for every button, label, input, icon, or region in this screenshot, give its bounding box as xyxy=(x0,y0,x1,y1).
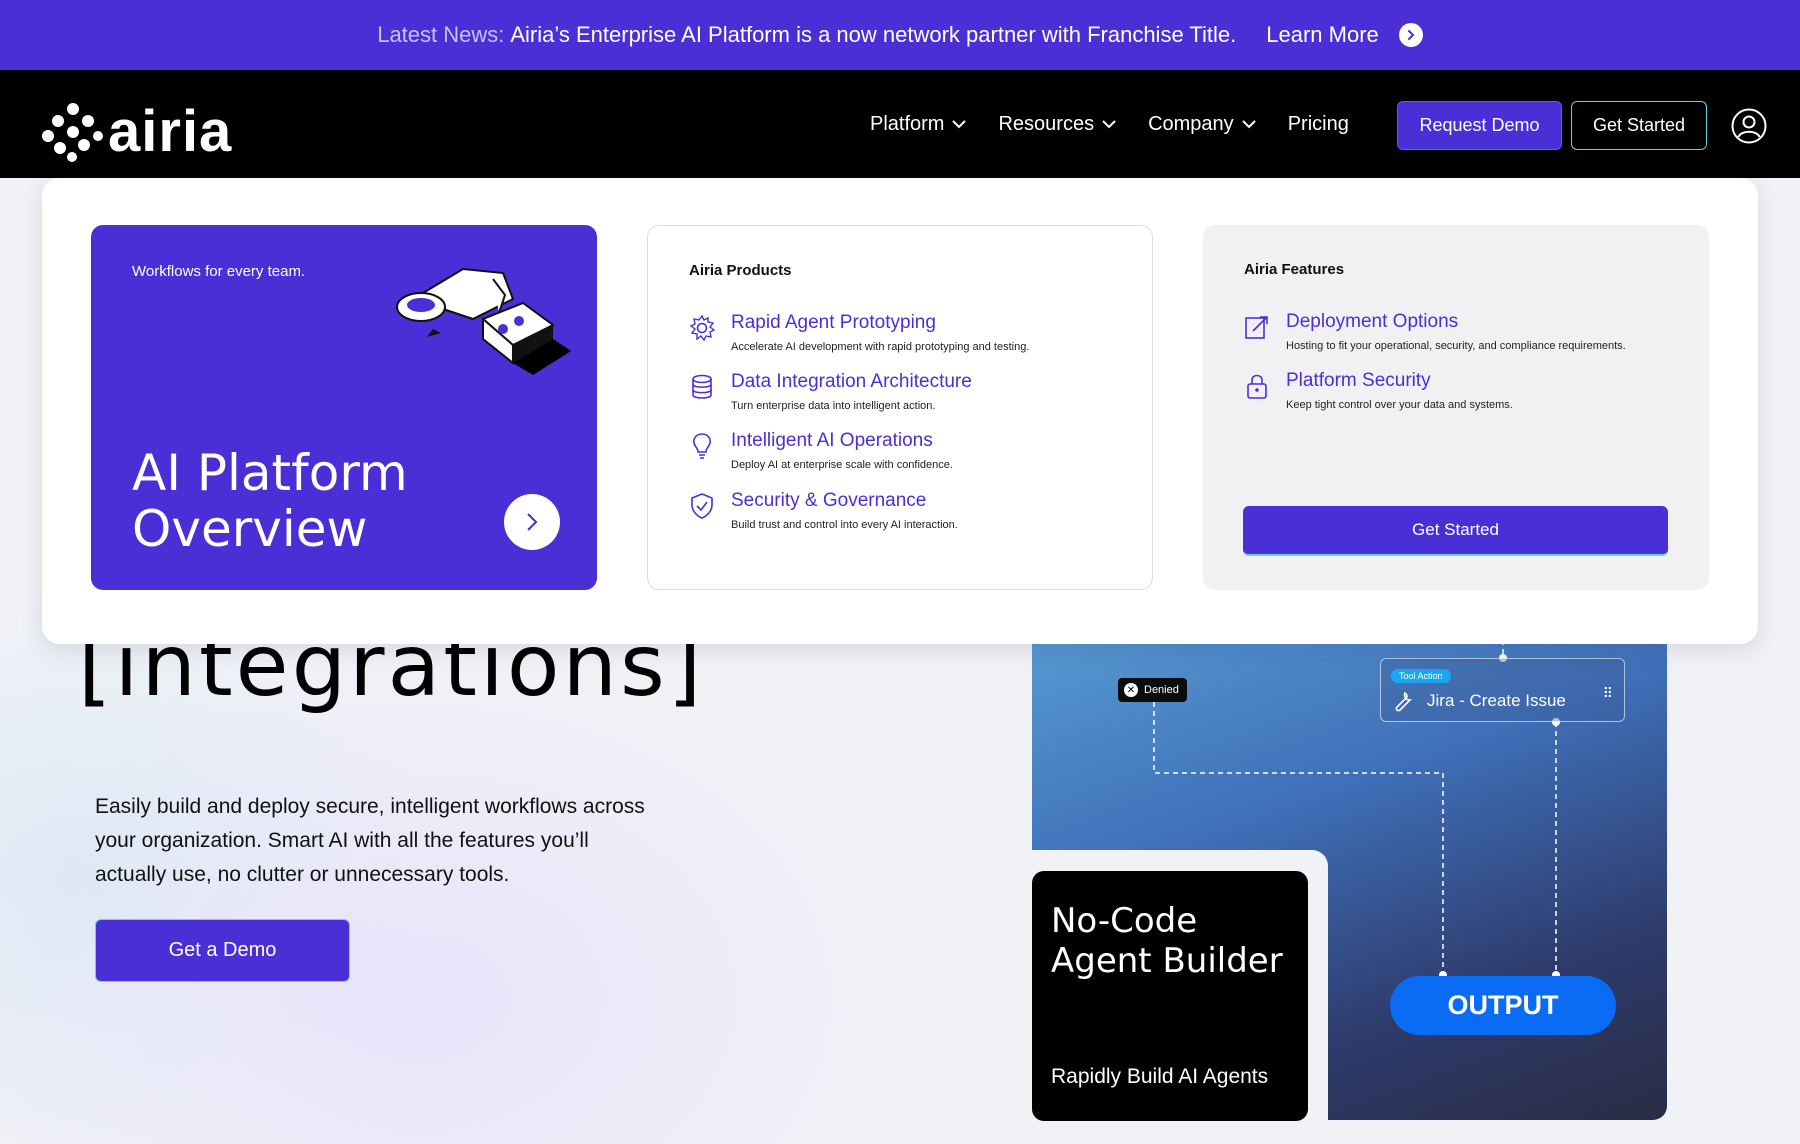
lock-icon xyxy=(1247,374,1267,399)
tool-action-label: Jira - Create Issue xyxy=(1427,691,1566,710)
nav-label: Company xyxy=(1148,112,1234,135)
platform-overview-card[interactable]: Workflows for every team. AI Platform Ov… xyxy=(91,225,597,590)
user-account-icon[interactable] xyxy=(1731,108,1767,144)
feature-description: Hosting to fit your operational, securit… xyxy=(1286,340,1626,352)
feature-title: Deployment Options xyxy=(1286,311,1459,332)
robot-hand-illustration-icon xyxy=(396,267,571,375)
overview-arrow-button[interactable] xyxy=(504,494,560,550)
products-heading: Airia Products xyxy=(689,262,792,279)
product-item-intelligent-ai-operations[interactable]: Intelligent AI Operations Deploy AI at e… xyxy=(688,430,1128,480)
output-node: OUTPUT xyxy=(1390,976,1616,1035)
nav-resources[interactable]: Resources xyxy=(998,113,1116,136)
announcement-text: Airia’s Enterprise AI Platform is a now … xyxy=(510,22,1237,47)
no-code-subtitle: Rapidly Build AI Agents xyxy=(1051,1065,1269,1088)
nav-label: Pricing xyxy=(1287,112,1349,135)
feature-description: Keep tight control over your data and sy… xyxy=(1286,399,1513,411)
no-code-title: No-Code Agent Builder xyxy=(1051,901,1283,981)
overview-kicker: Workflows for every team. xyxy=(132,263,306,280)
product-description: Deploy AI at enterprise scale with confi… xyxy=(731,459,953,471)
product-item-security-governance[interactable]: Security & Governance Build trust and co… xyxy=(688,490,1128,540)
chevron-right-icon xyxy=(527,513,538,531)
platform-mega-menu: Workflows for every team. AI Platform Ov… xyxy=(42,178,1758,644)
gear-icon xyxy=(689,314,716,342)
product-item-data-integration[interactable]: Data Integration Architecture Turn enter… xyxy=(688,371,1128,421)
get-started-button[interactable]: Get Started xyxy=(1571,101,1707,150)
nav-platform[interactable]: Platform xyxy=(870,112,967,136)
tool-action-node: Tool Action Jira - Create Issue ⠿ xyxy=(1380,658,1625,722)
deploy-icon xyxy=(1245,316,1268,339)
product-description: Turn enterprise data into intelligent ac… xyxy=(731,400,936,412)
product-description: Accelerate AI development with rapid pro… xyxy=(731,341,1030,353)
announcement-bar: Latest News: Airia’s Enterprise AI Platf… xyxy=(0,0,1800,70)
shield-check-icon xyxy=(691,493,713,519)
logo-text: airia xyxy=(108,99,233,164)
request-demo-button[interactable]: Request Demo xyxy=(1397,101,1562,150)
learn-more-link[interactable]: Learn More xyxy=(1266,22,1423,48)
product-title: Security & Governance xyxy=(731,490,927,511)
no-code-card: No-Code Agent Builder Rapidly Build AI A… xyxy=(1032,871,1308,1121)
feature-item-platform-security[interactable]: Platform Security Keep tight control ove… xyxy=(1243,370,1683,420)
nav-label: Platform xyxy=(870,112,945,135)
product-title: Rapid Agent Prototyping xyxy=(731,312,936,333)
logo-mark-icon xyxy=(42,102,103,162)
chevron-down-icon xyxy=(1241,120,1256,129)
drag-handle-icon: ⠿ xyxy=(1602,685,1614,701)
nav-label: Resources xyxy=(998,112,1095,135)
feature-item-deployment-options[interactable]: Deployment Options Hosting to fit your o… xyxy=(1243,311,1683,361)
lightbulb-icon xyxy=(693,433,711,459)
get-a-demo-button[interactable]: Get a Demo xyxy=(95,919,350,982)
denied-badge: ✕ Denied xyxy=(1118,678,1187,702)
hero-description: Easily build and deploy secure, intellig… xyxy=(95,795,645,886)
main-nav: Platform Resources Company Pricing xyxy=(870,70,1381,178)
overview-title-line1: AI Platform xyxy=(132,444,408,502)
features-card: Airia Features Deployment Options Hostin… xyxy=(1203,225,1709,590)
product-title: Intelligent AI Operations xyxy=(731,430,933,451)
announcement-label: Latest News: xyxy=(377,22,505,47)
products-card: Airia Products Rapid Agent Prototyping A… xyxy=(647,225,1153,590)
tool-action-badge: Tool Action xyxy=(1391,669,1451,683)
nav-pricing[interactable]: Pricing xyxy=(1288,113,1349,136)
arrow-right-circle-icon xyxy=(1398,23,1423,47)
learn-more-label: Learn More xyxy=(1266,22,1379,47)
no-code-title-line1: No-Code xyxy=(1051,901,1198,941)
database-icon xyxy=(692,374,712,399)
overview-title-line2: Overview xyxy=(132,500,368,558)
logo[interactable]: airia xyxy=(42,98,232,165)
no-code-title-line2: Agent Builder xyxy=(1051,941,1283,981)
product-description: Build trust and control into every AI in… xyxy=(731,519,958,531)
site-header: airia Platform Resources Company Pricing… xyxy=(0,70,1800,178)
feature-title: Platform Security xyxy=(1286,370,1431,391)
close-circle-icon: ✕ xyxy=(1124,683,1138,697)
product-item-rapid-agent-prototyping[interactable]: Rapid Agent Prototyping Accelerate AI de… xyxy=(688,312,1128,362)
nav-company[interactable]: Company xyxy=(1148,113,1256,136)
denied-label: Denied xyxy=(1144,684,1179,696)
wrench-icon xyxy=(1395,691,1413,712)
overview-title: AI Platform Overview xyxy=(132,445,408,557)
features-get-started-button[interactable]: Get Started xyxy=(1243,506,1668,556)
chevron-down-icon xyxy=(1102,120,1116,129)
features-heading: Airia Features xyxy=(1244,261,1345,278)
product-title: Data Integration Architecture xyxy=(731,371,972,392)
chevron-down-icon xyxy=(952,120,967,129)
